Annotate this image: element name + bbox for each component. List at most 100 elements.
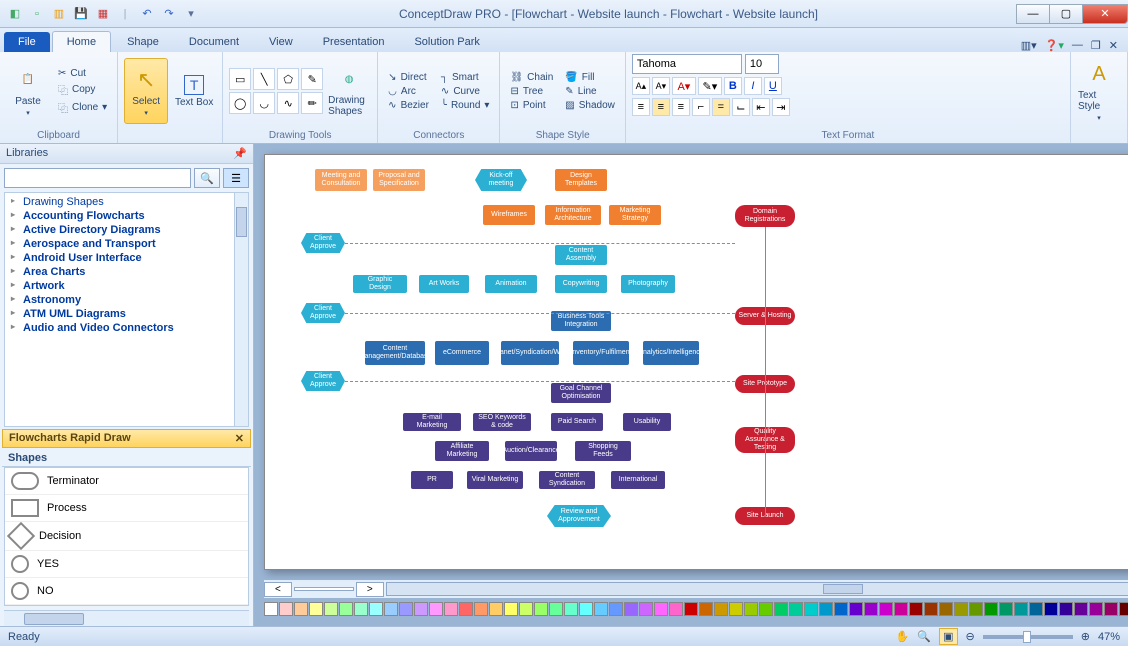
lib-item[interactable]: Active Directory Diagrams <box>9 223 244 237</box>
align-center-icon[interactable]: ≡ <box>652 98 670 116</box>
arc-button[interactable]: ◡Arc <box>384 85 433 98</box>
palette-swatch[interactable] <box>264 602 278 616</box>
qat-redo-icon[interactable]: ↷ <box>160 5 178 23</box>
shape-yes[interactable]: YES <box>5 551 248 578</box>
pin-icon[interactable]: 📌 <box>233 147 247 160</box>
node-approve[interactable]: Client Approve <box>301 371 345 391</box>
clone-button[interactable]: ⿻Clone▾ <box>54 99 111 116</box>
node[interactable]: Animation <box>485 275 537 293</box>
fit-page-icon[interactable]: ▣ <box>939 628 957 645</box>
scrollbar[interactable] <box>234 193 248 426</box>
palette-swatch[interactable] <box>1059 602 1073 616</box>
palette-swatch[interactable] <box>789 602 803 616</box>
align-bottom-icon[interactable]: ⌙ <box>732 98 750 116</box>
highlight-icon[interactable]: ✎▾ <box>698 77 722 95</box>
palette-swatch[interactable] <box>549 602 563 616</box>
node-approve[interactable]: Client Approve <box>301 303 345 323</box>
font-shrink-icon[interactable]: A▾ <box>652 77 670 95</box>
node[interactable]: Kick-off meeting <box>475 169 527 191</box>
palette-swatch[interactable] <box>444 602 458 616</box>
palette-swatch[interactable] <box>669 602 683 616</box>
zoom-slider[interactable] <box>983 635 1073 639</box>
palette-swatch[interactable] <box>519 602 533 616</box>
node[interactable]: Shopping Feeds <box>575 441 631 461</box>
fill-button[interactable]: 🪣Fill <box>561 71 619 84</box>
shape-terminator[interactable]: Terminator <box>5 468 248 495</box>
tool-ellipse-icon[interactable]: ◯ <box>229 92 251 114</box>
palette-swatch[interactable] <box>474 602 488 616</box>
paste-button[interactable]: 📋Paste▾ <box>6 58 50 124</box>
tool-freehand-icon[interactable]: ✎ <box>301 68 323 90</box>
tab-presentation[interactable]: Presentation <box>309 32 399 52</box>
align-right-icon[interactable]: ≡ <box>672 98 690 116</box>
align-top-icon[interactable]: ⌐ <box>692 98 710 116</box>
palette-swatch[interactable] <box>1104 602 1118 616</box>
file-tab[interactable]: File <box>4 32 50 52</box>
palette-swatch[interactable] <box>429 602 443 616</box>
palette-swatch[interactable] <box>1029 602 1043 616</box>
shadow-button[interactable]: ▨Shadow <box>561 99 619 112</box>
palette-swatch[interactable] <box>369 602 383 616</box>
palette-swatch[interactable] <box>294 602 308 616</box>
palette-swatch[interactable] <box>654 602 668 616</box>
shape-no[interactable]: NO <box>5 578 248 605</box>
minimize-button[interactable]: — <box>1016 4 1050 24</box>
copy-button[interactable]: ⿻Copy <box>54 81 111 98</box>
lib-item[interactable]: Accounting Flowcharts <box>9 209 244 223</box>
drawing-shapes-button[interactable]: ◍Drawing Shapes <box>327 58 371 124</box>
indent-dec-icon[interactable]: ⇤ <box>752 98 770 116</box>
library-mode-button[interactable]: ☰ <box>223 168 249 188</box>
lib-item[interactable]: Aerospace and Transport <box>9 237 244 251</box>
tool-poly-icon[interactable]: ⬠ <box>277 68 299 90</box>
lib-item[interactable]: Audio and Video Connectors <box>9 321 244 335</box>
shape-process[interactable]: Process <box>5 495 248 522</box>
palette-swatch[interactable] <box>969 602 983 616</box>
node[interactable]: Wireframes <box>483 205 535 225</box>
mdi-close-icon[interactable]: ✕ <box>1109 39 1118 52</box>
lib-item[interactable]: Drawing Shapes <box>9 195 244 209</box>
node[interactable]: PR <box>411 471 453 489</box>
left-hscroll[interactable] <box>4 610 249 626</box>
search-button[interactable]: 🔍 <box>194 168 220 188</box>
node[interactable]: Photography <box>621 275 675 293</box>
maximize-button[interactable]: ▢ <box>1049 4 1083 24</box>
palette-swatch[interactable] <box>354 602 368 616</box>
node[interactable]: Marketing Strategy <box>609 205 661 225</box>
bold-icon[interactable]: B <box>724 77 742 95</box>
align-middle-icon[interactable]: = <box>712 98 730 116</box>
close-button[interactable]: ✕ <box>1082 4 1128 24</box>
palette-swatch[interactable] <box>579 602 593 616</box>
tree-button[interactable]: ⊟Tree <box>506 85 557 98</box>
node[interactable]: Review and Approvement <box>547 505 611 527</box>
palette-swatch[interactable] <box>1074 602 1088 616</box>
qat-dropdown-icon[interactable]: ▾ <box>182 5 200 23</box>
hand-tool-icon[interactable]: ✋ <box>896 630 910 643</box>
lib-item[interactable]: Astronomy <box>9 293 244 307</box>
palette-swatch[interactable] <box>924 602 938 616</box>
palette-swatch[interactable] <box>984 602 998 616</box>
qat-undo-icon[interactable]: ↶ <box>138 5 156 23</box>
font-color-icon[interactable]: A▾ <box>672 77 696 95</box>
palette-swatch[interactable] <box>339 602 353 616</box>
node[interactable]: International <box>611 471 665 489</box>
library-search-input[interactable] <box>4 168 191 188</box>
node[interactable]: Auction/Clearance <box>505 441 557 461</box>
palette-swatch[interactable] <box>414 602 428 616</box>
tab-home[interactable]: Home <box>52 31 111 52</box>
palette-swatch[interactable] <box>564 602 578 616</box>
palette-swatch[interactable] <box>729 602 743 616</box>
palette-swatch[interactable] <box>939 602 953 616</box>
node[interactable]: Proposal and Specification <box>373 169 425 191</box>
palette-swatch[interactable] <box>639 602 653 616</box>
palette-swatch[interactable] <box>849 602 863 616</box>
point-button[interactable]: ⊡Point <box>506 99 557 112</box>
cut-button[interactable]: ✂Cut <box>54 67 111 80</box>
node[interactable]: Meeting and Consultation <box>315 169 367 191</box>
palette-swatch[interactable] <box>1044 602 1058 616</box>
tab-view[interactable]: View <box>255 32 307 52</box>
sheet-tab[interactable]: < <box>264 582 292 597</box>
palette-swatch[interactable] <box>864 602 878 616</box>
palette-swatch[interactable] <box>534 602 548 616</box>
qat-save-icon[interactable]: 💾 <box>72 5 90 23</box>
palette-swatch[interactable] <box>384 602 398 616</box>
